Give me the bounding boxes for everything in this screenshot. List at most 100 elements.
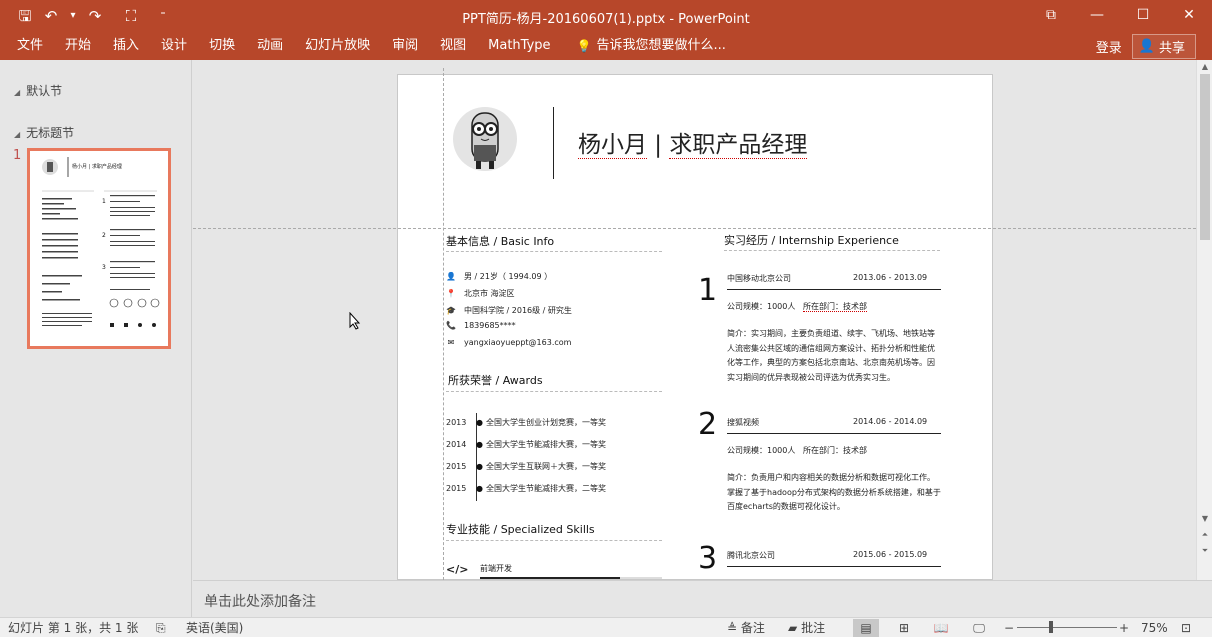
tab-animations[interactable]: 动画 [246,37,294,55]
exp-description[interactable]: 简介：负责用户和内容相关的数据分析和数据可视化工作。掌握了基于hadoop分布式… [727,471,942,515]
info-education[interactable]: 🎓 中国科学院 / 2016级 / 研究生 [446,305,572,316]
customize-qat-icon[interactable]: ⁼ [154,6,172,26]
notes-icon: ≜ [727,621,738,635]
window-controls: ⧉ — ☐ ✕ [1028,0,1212,32]
slide-title[interactable]: 杨小月 | 求职产品经理 [578,125,808,159]
undo-dropdown-icon[interactable]: ▾ [64,6,82,26]
info-text: yangxiaoyueppt@163.com [464,338,572,347]
language-indicator[interactable]: 英语(美国) [186,620,243,636]
section-default-label: 默认节 [26,84,63,98]
collapse-triangle-icon[interactable]: ◢ [14,130,20,139]
internship-heading[interactable]: 实习经历 / Internship Experience [724,232,899,248]
notes-pane[interactable]: 单击此处添加备注 [193,580,1212,617]
exp-meta[interactable]: 公司规模：1000人 所在部门：技术部 [727,445,867,456]
normal-view-icon[interactable]: ▤ [853,619,879,637]
next-slide-icon[interactable]: ⏷ [1199,546,1211,556]
minimize-icon[interactable]: — [1074,0,1120,32]
info-phone[interactable]: 📞 1839685**** [446,321,516,330]
slide-editor[interactable]: 杨小月 | 求职产品经理 基本信息 / Basic Info 👤 男 / 21岁（… [193,60,1196,580]
award-item[interactable]: 2015 ● 全国大学生互联网＋大赛，一等奖 [446,461,606,472]
tell-me-text: 告诉我您想要做什么... [596,38,726,53]
exp-dept: 所在部门：技术部 [803,302,867,312]
award-year: 2015 [446,462,467,471]
horizontal-guide[interactable] [193,228,1196,229]
scroll-down-icon[interactable]: ▼ [1199,514,1211,523]
tab-slideshow[interactable]: 幻灯片放映 [294,37,381,55]
section-untitled[interactable]: ◢ 无标题节 [14,124,74,141]
collapse-triangle-icon[interactable]: ◢ [14,88,20,97]
exp-size: 公司规模：1000人 [727,302,796,311]
title-separator: | [647,132,670,158]
fit-to-window-icon[interactable]: ⊡ [1181,620,1191,636]
slideshow-view-icon[interactable]: 🖵 [966,619,992,637]
vertical-scrollbar[interactable]: ▲ ▼ ⏶ ⏷ [1196,60,1212,580]
slide-canvas[interactable]: 杨小月 | 求职产品经理 基本信息 / Basic Info 👤 男 / 21岁（… [397,74,993,580]
info-email[interactable]: ✉ yangxiaoyueppt@163.com [446,338,572,347]
exp-number: 3 [698,541,718,576]
tab-transitions[interactable]: 切换 [198,37,246,55]
close-icon[interactable]: ✕ [1166,0,1212,32]
zoom-in-button[interactable]: + [1119,620,1129,636]
bullet-icon: ● [476,440,483,449]
basic-info-heading[interactable]: 基本信息 / Basic Info [446,233,554,249]
tab-review[interactable]: 审阅 [381,37,429,55]
notes-toggle[interactable]: ≜ 备注 [727,620,765,636]
spell-check-icon[interactable]: ⎘ [156,620,166,636]
undo-icon[interactable]: ↶ [38,6,64,26]
tell-me-box[interactable]: 💡 告诉我您想要做什么... [566,37,737,55]
awards-heading[interactable]: 所获荣誉 / Awards [448,372,543,388]
slide-count[interactable]: 幻灯片 第 1 张，共 1 张 [8,620,138,636]
skills-heading[interactable]: 专业技能 / Specialized Skills [446,521,595,537]
award-item[interactable]: 2014 ● 全国大学生节能减排大赛，一等奖 [446,439,606,450]
skills-divider [446,540,662,541]
save-icon[interactable]: 🖫 [12,6,38,26]
ribbon-display-options-icon[interactable]: ⧉ [1028,0,1074,32]
login-link[interactable]: 登录 [1096,37,1122,56]
zoom-level[interactable]: 75% [1141,620,1168,636]
comment-icon: ▰ [788,621,798,635]
zoom-slider-thumb[interactable] [1049,621,1053,633]
tab-home[interactable]: 开始 [54,37,102,55]
award-item[interactable]: 2015 ● 全国大学生节能减排大赛，二等奖 [446,483,606,494]
redo-icon[interactable]: ↷ [82,6,108,26]
award-text: 全国大学生互联网＋大赛，一等奖 [486,462,606,471]
vertical-guide[interactable] [443,68,444,580]
comments-toggle[interactable]: ▰ 批注 [788,620,825,636]
tab-file[interactable]: 文件 [6,37,54,55]
maximize-icon[interactable]: ☐ [1120,0,1166,32]
svg-text:1: 1 [102,198,106,205]
award-text: 全国大学生节能减排大赛，二等奖 [486,484,606,493]
info-gender-age[interactable]: 👤 男 / 21岁（ 1994.09 ） [446,271,552,282]
section-default[interactable]: ◢ 默认节 [14,82,62,99]
exp-header[interactable]: 腾讯北京公司 2015.06 - 2015.09 [727,550,941,567]
zoom-out-button[interactable]: − [1004,620,1014,636]
info-location[interactable]: 📍 北京市 海淀区 [446,288,515,299]
previous-slide-icon[interactable]: ⏶ [1199,530,1211,540]
envelope-icon: ✉ [447,338,455,347]
slide-thumbnail-1[interactable]: 1 2 3 杨小月 | 求职产品经理 [27,148,171,349]
exp-meta[interactable]: 公司规模：1000人 所在部门：技术部 [727,301,867,312]
bullet-icon: ● [476,484,483,493]
tab-view[interactable]: 视图 [429,37,477,55]
reading-view-icon[interactable]: 📖 [928,619,954,637]
scrollbar-thumb[interactable] [1200,74,1210,240]
slide-number: 1 [13,148,22,163]
tab-design[interactable]: 设计 [150,37,198,55]
slide-sorter-icon[interactable]: ⊞ [891,619,917,637]
zoom-slider[interactable] [1017,627,1117,628]
share-button[interactable]: 👤 共享 [1131,34,1196,59]
tab-mathtype[interactable]: MathType [477,37,561,55]
scroll-up-icon[interactable]: ▲ [1199,62,1211,71]
section-untitled-label: 无标题节 [26,126,75,140]
award-item[interactable]: 2013 ● 全国大学生创业计划竞赛，一等奖 [446,417,606,428]
skill-item[interactable]: </> 前端开发 [446,563,512,576]
exp-description[interactable]: 简介：实习期间，主要负责组道、续宇、飞机场、地铁站等人流密集公共区域的通信组网方… [727,327,942,385]
person-icon: 👤 [1138,39,1155,54]
exp-header[interactable]: 中国移动北京公司 2013.06 - 2013.09 [727,273,941,290]
exp-header[interactable]: 搜狐视频 2014.06 - 2014.09 [727,417,941,434]
tab-insert[interactable]: 插入 [102,37,150,55]
start-slideshow-icon[interactable]: ⛶ [118,6,144,26]
title-bar: 🖫 ↶ ▾ ↷ ⛶ ⁼ PPT简历-杨月-20160607(1).pptx - … [0,0,1212,32]
award-year: 2015 [446,484,467,493]
bullet-icon: ● [476,418,483,427]
